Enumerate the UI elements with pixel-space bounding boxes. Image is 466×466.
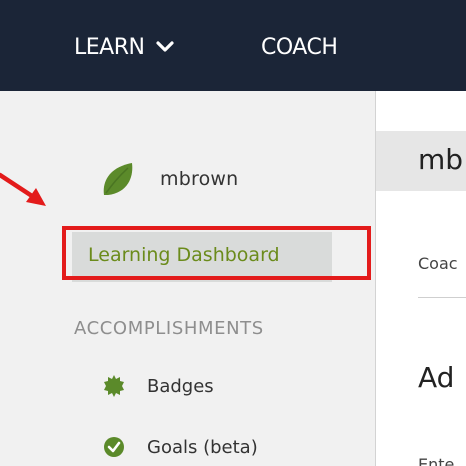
main-body-text: Ente <box>418 455 455 466</box>
sidebar-item-learning-dashboard[interactable]: Learning Dashboard <box>72 232 332 282</box>
main-header-title: mb <box>418 143 464 176</box>
nav-learn-label: LEARN <box>74 34 145 60</box>
sidebar-item-goals[interactable]: Goals (beta) <box>103 432 258 462</box>
username: mbrown <box>160 168 239 190</box>
nav-coach-label: COACH <box>261 34 338 60</box>
main-subnav-link[interactable]: Coac <box>418 254 458 273</box>
main-header: mb <box>376 131 466 191</box>
main-divider <box>418 297 466 298</box>
nav-learn-menu[interactable]: LEARN <box>74 32 175 62</box>
main-content: mb Coac Ad Ente <box>376 91 466 466</box>
app-window: LEARN COACH mbrown Learning Dashboard AC… <box>0 0 466 466</box>
sidebar-item-label: Badges <box>147 375 214 397</box>
top-navigation-bar: LEARN COACH <box>0 0 466 91</box>
section-title-accomplishments: ACCOMPLISHMENTS <box>74 318 264 339</box>
badge-star-icon <box>104 375 124 397</box>
sidebar-item-badges[interactable]: Badges <box>103 371 214 401</box>
main-section-heading: Ad <box>418 361 455 394</box>
check-circle-icon <box>104 437 124 457</box>
nav-coach-link[interactable]: COACH <box>261 32 338 62</box>
user-profile-link[interactable]: mbrown <box>98 159 238 199</box>
leaf-icon <box>103 163 133 195</box>
sidebar-item-label: Goals (beta) <box>147 436 258 458</box>
chevron-down-icon <box>156 41 175 52</box>
sidebar-item-label: Learning Dashboard <box>88 244 280 266</box>
